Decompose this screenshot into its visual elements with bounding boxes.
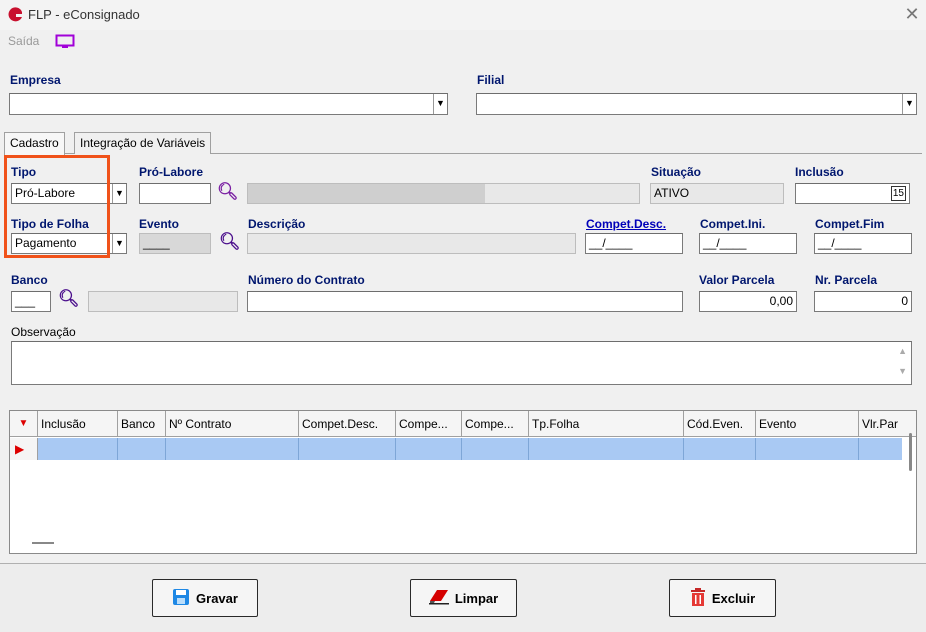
excluir-label: Excluir <box>711 590 756 606</box>
chevron-down-icon[interactable]: ▼ <box>433 94 447 114</box>
numero-contrato-label: Número do Contrato <box>248 273 365 287</box>
grid-col-banco[interactable]: Banco <box>118 411 166 437</box>
grid-col-cod-evento[interactable]: Cód.Even. <box>684 411 756 437</box>
nr-parcela-input[interactable]: 0 <box>814 291 912 312</box>
observacao-textarea[interactable]: ▲ ▼ <box>11 341 912 385</box>
app-logo-icon <box>7 7 23 23</box>
compet-fim-input[interactable]: __/____ <box>814 233 912 254</box>
window-title: FLP - eConsignado <box>28 7 140 22</box>
inclusao-label: Inclusão <box>795 165 844 179</box>
situacao-field: ATIVO <box>650 183 784 204</box>
grid-sep <box>298 438 299 460</box>
eraser-icon <box>428 589 449 608</box>
search-icon[interactable]: 🔍︎ <box>217 182 239 202</box>
search-icon[interactable]: 🔍︎ <box>219 232 241 252</box>
empresa-select[interactable]: ▼ <box>9 93 448 115</box>
grid-col-vlr-parcela[interactable]: Vlr.Par <box>859 411 904 437</box>
observacao-label: Observação <box>11 325 76 339</box>
grid-sep <box>461 438 462 460</box>
grid-col-compet-ini[interactable]: Compe... <box>396 411 462 437</box>
grid-sep <box>755 438 756 460</box>
compet-desc-input[interactable]: __/____ <box>585 233 683 254</box>
pro-labore-label: Pró-Labore <box>139 165 204 179</box>
grid-header: ▼ Inclusão Banco Nº Contrato Compet.Desc… <box>10 411 916 437</box>
grid-sep <box>117 438 118 460</box>
grid-sep <box>528 438 529 460</box>
chevron-down-icon[interactable]: ▼ <box>902 94 916 114</box>
grid-sep <box>683 438 684 460</box>
compet-fim-label: Compet.Fim <box>815 217 885 231</box>
scroll-down-icon[interactable]: ▼ <box>898 366 907 376</box>
records-grid[interactable]: ▼ Inclusão Banco Nº Contrato Compet.Desc… <box>9 410 917 554</box>
pro-labore-code-input[interactable] <box>139 183 211 204</box>
vertical-scrollbar[interactable] <box>909 433 912 471</box>
banco-name-field <box>88 291 238 312</box>
evento-input[interactable]: ____ <box>139 233 211 254</box>
save-icon <box>172 588 190 609</box>
grid-col-evento[interactable]: Evento <box>756 411 859 437</box>
grid-col-compet-fim[interactable]: Compe... <box>462 411 529 437</box>
excluir-button[interactable]: Excluir <box>669 579 776 617</box>
filial-label: Filial <box>477 73 505 87</box>
chevron-down-icon[interactable]: ▼ <box>112 184 126 203</box>
banco-code-input[interactable]: ___ <box>11 291 51 312</box>
tab-integracao-variaveis[interactable]: Integração de Variáveis <box>74 132 212 154</box>
tab-cadastro[interactable]: Cadastro <box>4 132 65 155</box>
descricao-label: Descrição <box>248 217 306 231</box>
nr-parcela-label: Nr. Parcela <box>815 273 878 287</box>
evento-label: Evento <box>139 217 180 231</box>
row-pointer-icon: ▶ <box>10 438 38 460</box>
descricao-field <box>247 233 576 254</box>
close-icon[interactable]: ✕ <box>900 2 924 28</box>
search-icon[interactable]: 🔍︎ <box>58 289 80 309</box>
pro-labore-name-fill <box>248 184 485 203</box>
grid-sep <box>165 438 166 460</box>
filial-select[interactable]: ▼ <box>476 93 917 115</box>
table-row[interactable]: ▶ <box>10 438 902 460</box>
valor-parcela-input[interactable]: 0,00 <box>699 291 797 312</box>
situacao-label: Situação <box>651 165 702 179</box>
compet-desc-label: Compet.Desc. <box>586 217 667 231</box>
gravar-label: Gravar <box>196 590 238 606</box>
menu-saida[interactable]: Saída <box>8 34 39 48</box>
grid-col-contrato[interactable]: Nº Contrato <box>166 411 299 437</box>
grid-sep <box>858 438 859 460</box>
trash-icon <box>690 587 706 609</box>
scroll-up-icon[interactable]: ▲ <box>898 346 907 356</box>
banco-label: Banco <box>11 273 48 287</box>
empresa-label: Empresa <box>10 73 61 87</box>
grid-col-tp-folha[interactable]: Tp.Folha <box>529 411 684 437</box>
grid-col-compet-desc[interactable]: Compet.Desc. <box>299 411 396 437</box>
grid-sep <box>395 438 396 460</box>
grid-col-inclusao[interactable]: Inclusão <box>38 411 118 437</box>
valor-parcela-label: Valor Parcela <box>699 273 775 287</box>
highlight-box <box>4 155 110 258</box>
gravar-button[interactable]: Gravar <box>152 579 258 617</box>
compet-ini-label: Compet.Ini. <box>700 217 766 231</box>
menu-saida-label: Saída <box>8 34 40 48</box>
pro-labore-name-field <box>247 183 640 204</box>
limpar-label: Limpar <box>454 590 499 606</box>
sort-indicator-icon[interactable]: ▼ <box>10 411 38 437</box>
horizontal-scrollbar[interactable] <box>32 542 54 544</box>
monitor-icon[interactable] <box>55 34 75 50</box>
limpar-button[interactable]: Limpar <box>410 579 517 617</box>
compet-ini-input[interactable]: __/____ <box>699 233 797 254</box>
numero-contrato-input[interactable] <box>247 291 683 312</box>
calendar-icon[interactable]: 15 <box>890 186 906 201</box>
chevron-down-icon[interactable]: ▼ <box>112 234 126 253</box>
inclusao-date-input[interactable]: 15 <box>795 183 910 204</box>
